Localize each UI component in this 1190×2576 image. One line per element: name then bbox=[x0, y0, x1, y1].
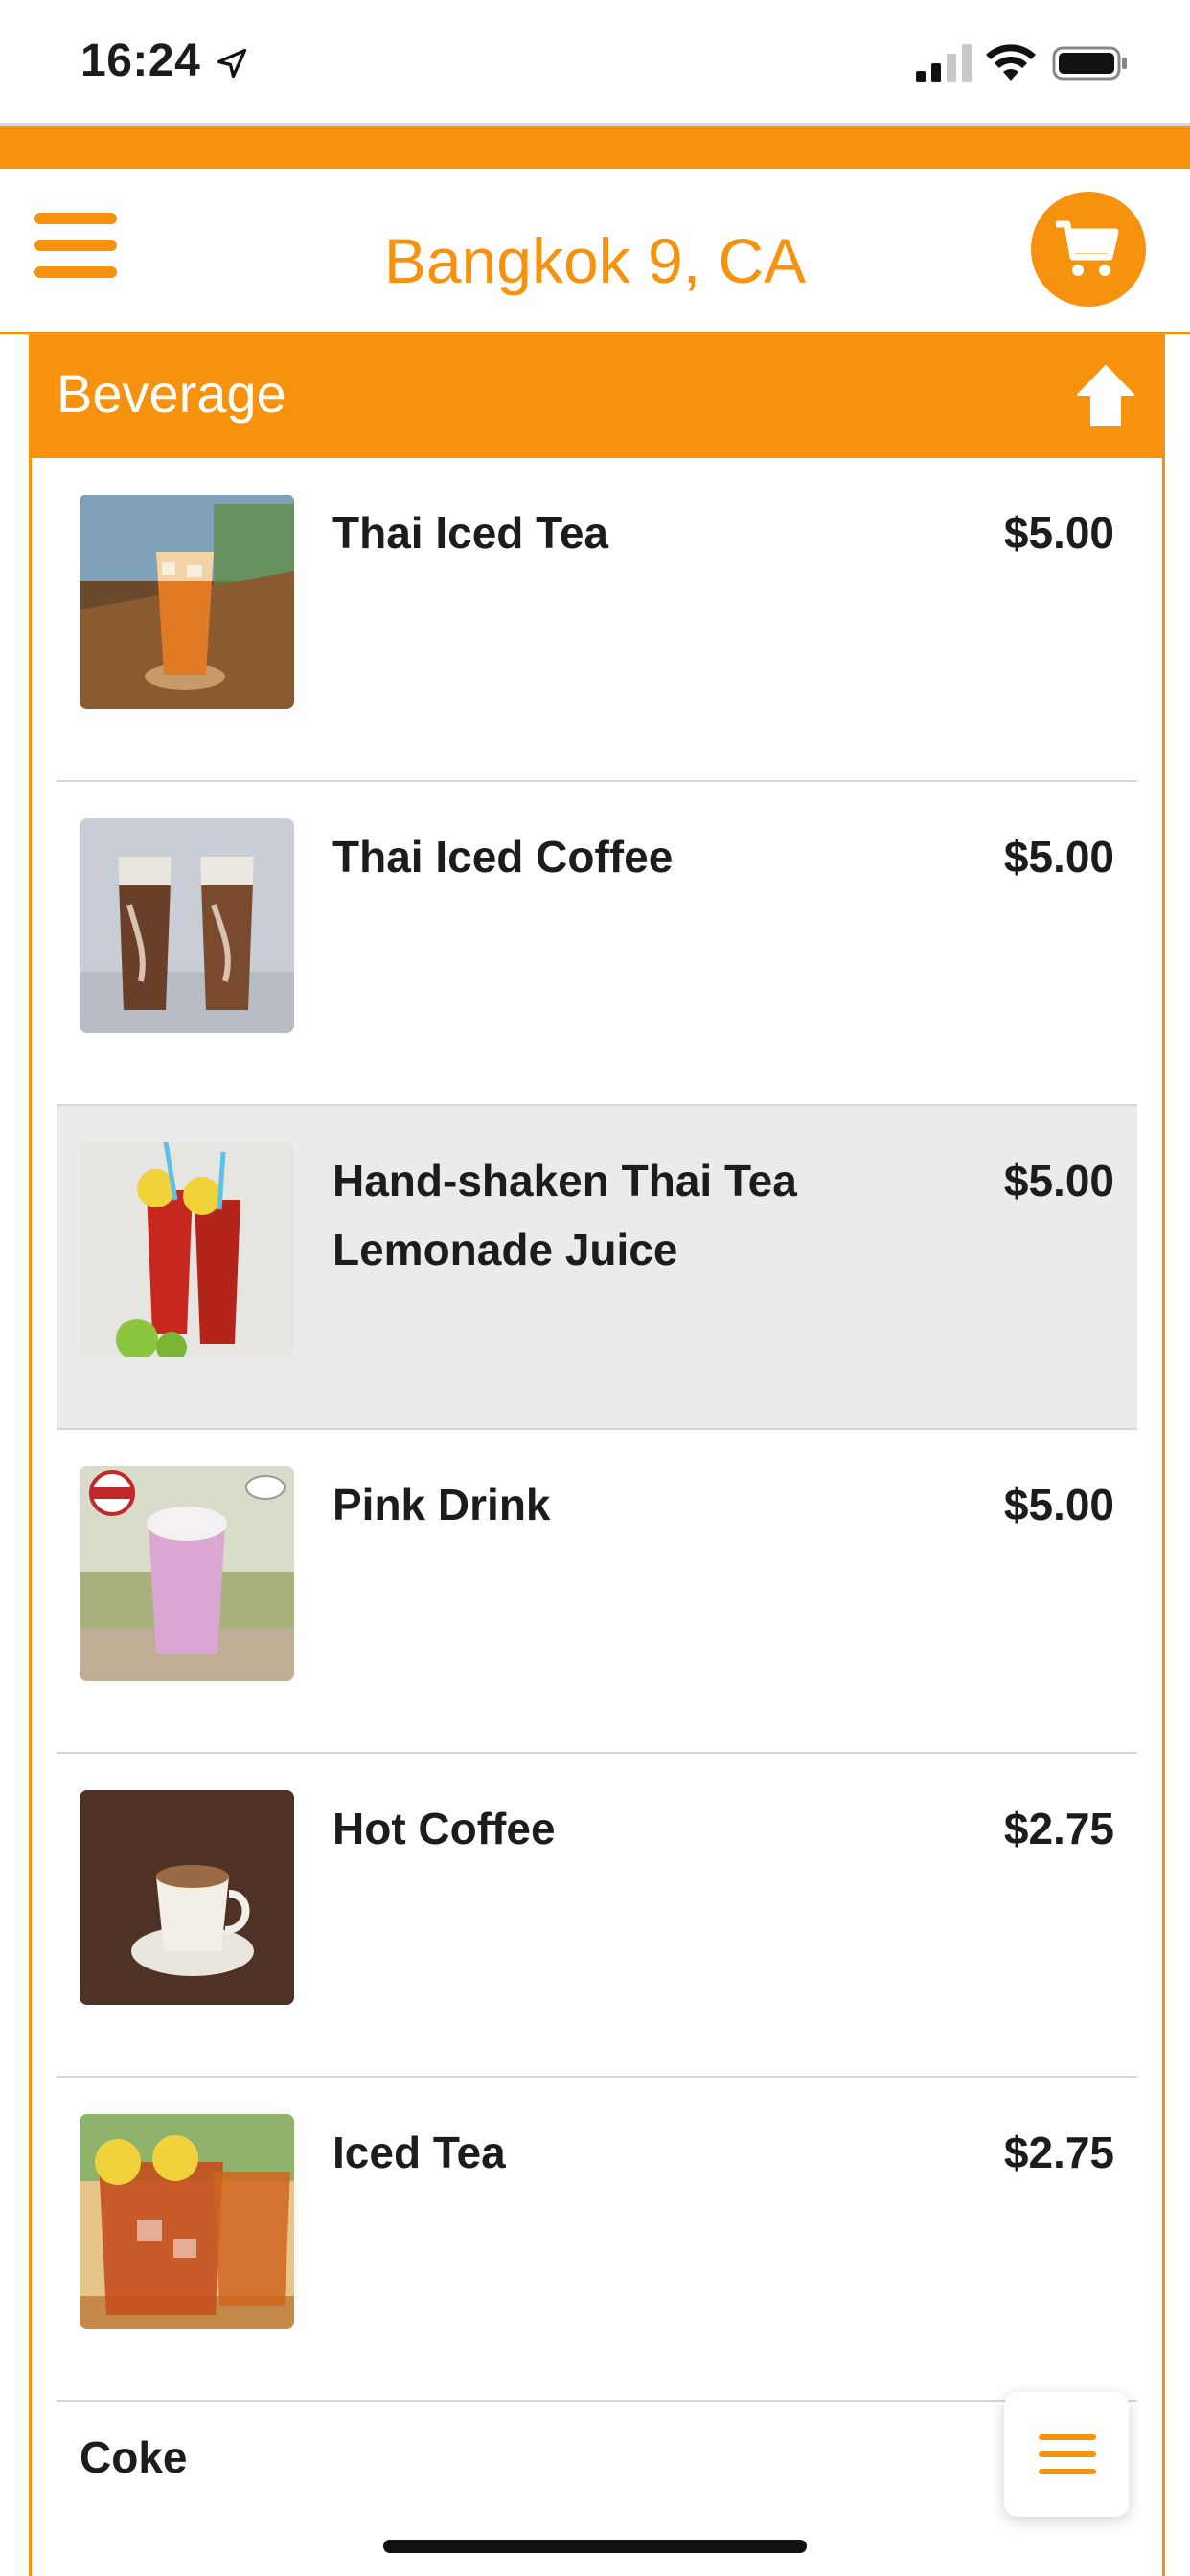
thai-iced-tea-image bbox=[80, 494, 294, 709]
menu-item-pink-drink[interactable]: Pink Drink $5.00 bbox=[57, 1430, 1137, 1754]
item-price: $5.00 bbox=[1003, 832, 1114, 882]
menu-item-thai-tea-lemonade[interactable]: Hand-shaken Thai Tea Lemonade Juice $5.0… bbox=[57, 1106, 1137, 1430]
item-name: Thai Iced Coffee bbox=[332, 832, 674, 882]
menu-item-hot-coffee[interactable]: Hot Coffee $2.75 bbox=[57, 1754, 1137, 2078]
home-indicator[interactable] bbox=[383, 2540, 807, 2553]
item-name: Hand-shaken Thai Tea Lemonade Juice bbox=[332, 1156, 797, 1275]
status-time: 16:24 bbox=[80, 35, 201, 86]
cellular-signal-icon bbox=[916, 44, 972, 82]
item-price: $5.00 bbox=[1003, 508, 1114, 558]
app-header: Bangkok 9, CA bbox=[0, 169, 1190, 334]
item-name: Coke bbox=[80, 2432, 188, 2482]
cart-button[interactable] bbox=[1031, 192, 1146, 307]
store-title: Bangkok 9, CA bbox=[383, 225, 807, 296]
pink-drink-image bbox=[80, 1466, 294, 1681]
item-price: $2.75 bbox=[1003, 2128, 1114, 2177]
menu-item-list: Thai Iced Tea $5.00 Thai Iced Coffee $5.… bbox=[57, 458, 1137, 2555]
menu-item-coke[interactable]: Coke $ bbox=[57, 2402, 1137, 2555]
item-price: $5.00 bbox=[1003, 1480, 1114, 1530]
top-accent-band bbox=[0, 126, 1190, 169]
menu-item-iced-tea[interactable]: Iced Tea $2.75 bbox=[57, 2078, 1137, 2402]
category-title: Beverage bbox=[57, 363, 286, 424]
location-arrow-icon bbox=[217, 48, 247, 79]
thai-iced-coffee-image bbox=[80, 818, 294, 1033]
category-header[interactable]: Beverage bbox=[32, 334, 1162, 458]
item-name: Pink Drink bbox=[332, 1480, 551, 1530]
arrow-up-icon[interactable] bbox=[1074, 362, 1137, 429]
menu-item-thai-iced-tea[interactable]: Thai Iced Tea $5.00 bbox=[57, 458, 1137, 782]
item-name: Hot Coffee bbox=[332, 1804, 556, 1853]
item-name: Thai Iced Tea bbox=[332, 508, 609, 558]
item-name: Iced Tea bbox=[332, 2128, 506, 2177]
item-price: $2.75 bbox=[1003, 1804, 1114, 1853]
cart-icon bbox=[1056, 220, 1119, 276]
thai-tea-lemonade-image bbox=[80, 1142, 294, 1357]
menu-panel: Beverage Thai Iced Tea $5.00 Thai Iced C… bbox=[29, 334, 1165, 2576]
hot-coffee-image bbox=[80, 1790, 294, 2005]
status-bar: 16:24 bbox=[0, 0, 1190, 123]
item-price: $5.00 bbox=[1003, 1156, 1114, 1206]
wifi-icon bbox=[986, 44, 1036, 80]
menu-item-thai-iced-coffee[interactable]: Thai Iced Coffee $5.00 bbox=[57, 782, 1137, 1106]
battery-icon bbox=[1052, 46, 1127, 80]
floating-menu-button[interactable] bbox=[1004, 2392, 1129, 2517]
iced-tea-image bbox=[80, 2114, 294, 2329]
